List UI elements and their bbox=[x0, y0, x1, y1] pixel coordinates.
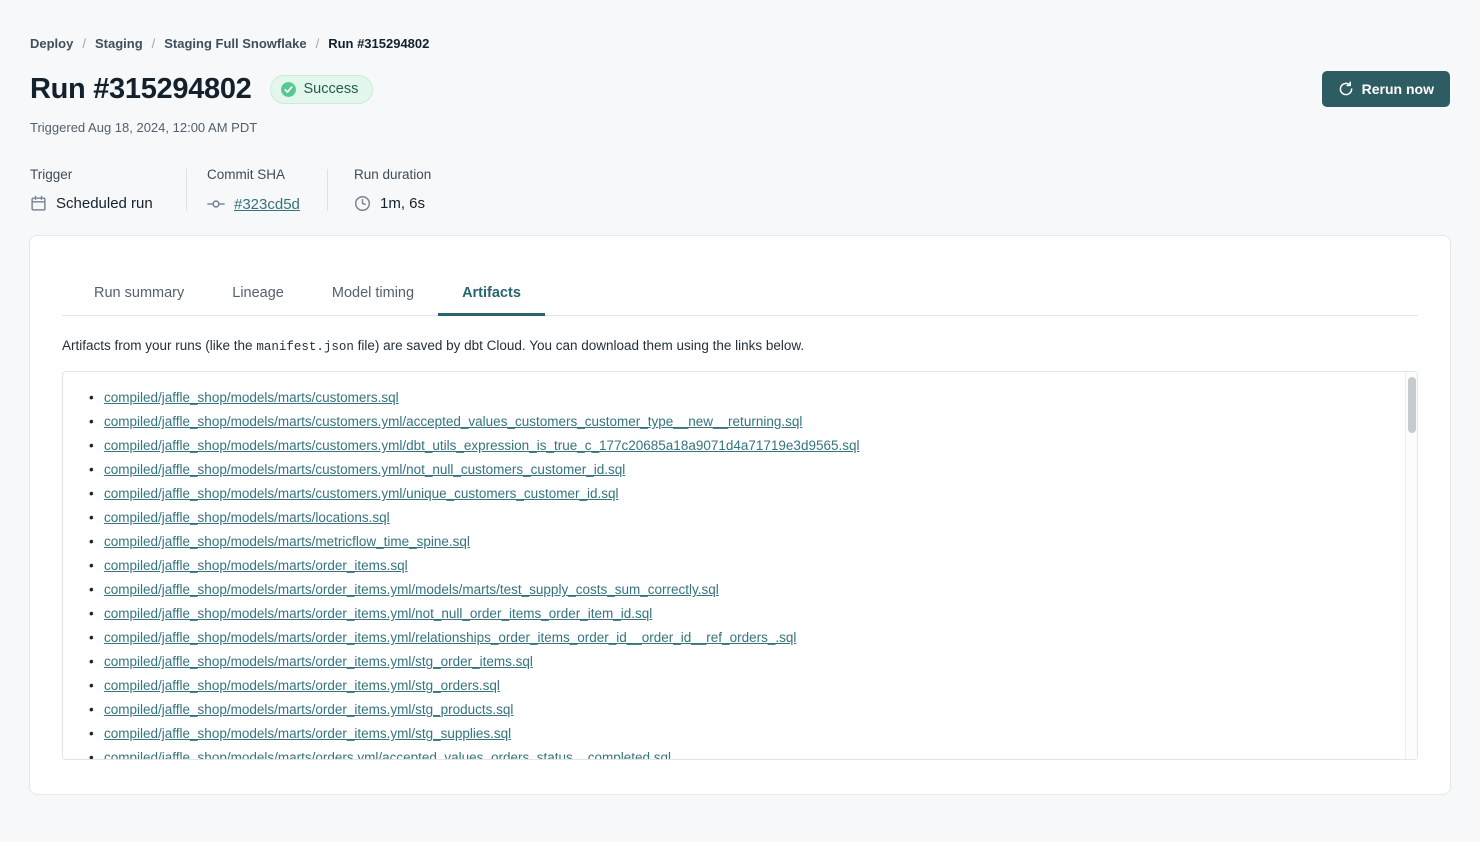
tab-model-timing[interactable]: Model timing bbox=[308, 285, 438, 315]
artifact-link[interactable]: compiled/jaffle_shop/models/marts/order_… bbox=[104, 630, 796, 645]
artifact-link[interactable]: compiled/jaffle_shop/models/marts/metric… bbox=[104, 534, 470, 549]
calendar-icon bbox=[30, 195, 47, 212]
page-title: Run #315294802 bbox=[30, 73, 252, 106]
tab-run-summary[interactable]: Run summary bbox=[70, 285, 208, 315]
run-duration-value: 1m, 6s bbox=[380, 195, 425, 212]
breadcrumb-separator: / bbox=[316, 36, 320, 51]
artifact-list-item: compiled/jaffle_shop/models/marts/custom… bbox=[63, 482, 1393, 506]
artifacts-list: compiled/jaffle_shop/models/marts/custom… bbox=[63, 372, 1417, 759]
run-detail-card: Run summary Lineage Model timing Artifac… bbox=[29, 235, 1451, 795]
artifact-link[interactable]: compiled/jaffle_shop/models/marts/order_… bbox=[104, 678, 500, 693]
breadcrumb-separator: / bbox=[82, 36, 86, 51]
artifact-list-item: compiled/jaffle_shop/models/marts/order_… bbox=[63, 674, 1393, 698]
artifact-list-item: compiled/jaffle_shop/models/marts/order_… bbox=[63, 698, 1393, 722]
artifacts-description-prefix: Artifacts from your runs (like the bbox=[62, 338, 256, 353]
artifacts-description-suffix: file) are saved by dbt Cloud. You can do… bbox=[354, 338, 804, 353]
artifact-link[interactable]: compiled/jaffle_shop/models/marts/custom… bbox=[104, 414, 802, 429]
breadcrumb-item-run: Run #315294802 bbox=[328, 36, 429, 51]
trigger-value: Scheduled run bbox=[56, 195, 153, 212]
status-badge-label: Success bbox=[304, 81, 359, 97]
clock-icon bbox=[354, 195, 371, 212]
artifact-list-item: compiled/jaffle_shop/models/marts/order_… bbox=[63, 554, 1393, 578]
git-commit-icon bbox=[207, 195, 225, 213]
artifact-list-item: compiled/jaffle_shop/models/marts/order_… bbox=[63, 578, 1393, 602]
run-metadata: Trigger Scheduled run Commit SHA bbox=[30, 167, 1450, 213]
rerun-now-label: Rerun now bbox=[1362, 81, 1434, 97]
artifact-link[interactable]: compiled/jaffle_shop/models/marts/order_… bbox=[104, 702, 513, 717]
artifact-link[interactable]: compiled/jaffle_shop/models/marts/custom… bbox=[104, 486, 618, 501]
artifact-list-item: compiled/jaffle_shop/models/marts/custom… bbox=[63, 410, 1393, 434]
breadcrumb-item-deploy[interactable]: Deploy bbox=[30, 36, 73, 51]
artifact-list-item: compiled/jaffle_shop/models/marts/metric… bbox=[63, 530, 1393, 554]
artifact-link[interactable]: compiled/jaffle_shop/models/marts/order_… bbox=[104, 582, 719, 597]
artifact-list-item: compiled/jaffle_shop/models/marts/order_… bbox=[63, 650, 1393, 674]
page-header: Deploy / Staging / Staging Full Snowflak… bbox=[0, 0, 1480, 213]
artifact-link[interactable]: compiled/jaffle_shop/models/marts/order_… bbox=[104, 726, 511, 741]
artifact-link[interactable]: compiled/jaffle_shop/models/marts/custom… bbox=[104, 390, 399, 405]
run-duration-label: Run duration bbox=[354, 167, 431, 182]
artifact-list-item: compiled/jaffle_shop/models/marts/order_… bbox=[63, 602, 1393, 626]
tab-lineage[interactable]: Lineage bbox=[208, 285, 308, 315]
artifact-link[interactable]: compiled/jaffle_shop/models/marts/custom… bbox=[104, 438, 860, 453]
breadcrumb: Deploy / Staging / Staging Full Snowflak… bbox=[30, 0, 1450, 51]
status-badge: Success bbox=[270, 75, 374, 104]
breadcrumb-separator: / bbox=[152, 36, 156, 51]
commit-sha-link[interactable]: #323cd5d bbox=[234, 196, 300, 213]
artifacts-list-box: compiled/jaffle_shop/models/marts/custom… bbox=[62, 371, 1418, 760]
refresh-icon bbox=[1338, 81, 1354, 97]
artifact-list-item: compiled/jaffle_shop/models/marts/locati… bbox=[63, 506, 1393, 530]
artifact-link[interactable]: compiled/jaffle_shop/models/marts/custom… bbox=[104, 462, 625, 477]
artifact-list-item: compiled/jaffle_shop/models/marts/custom… bbox=[63, 386, 1393, 410]
tab-bar: Run summary Lineage Model timing Artifac… bbox=[62, 285, 1418, 316]
tab-artifacts[interactable]: Artifacts bbox=[438, 285, 545, 315]
rerun-now-button[interactable]: Rerun now bbox=[1322, 71, 1450, 107]
artifact-link[interactable]: compiled/jaffle_shop/models/marts/order_… bbox=[104, 606, 652, 621]
artifact-link[interactable]: compiled/jaffle_shop/models/marts/order_… bbox=[104, 654, 533, 669]
artifact-list-item: compiled/jaffle_shop/models/marts/orders… bbox=[63, 746, 1393, 759]
manifest-json-code: manifest.json bbox=[256, 340, 354, 354]
triggered-timestamp: Triggered Aug 18, 2024, 12:00 AM PDT bbox=[30, 120, 1450, 135]
divider bbox=[186, 169, 187, 211]
artifacts-description: Artifacts from your runs (like the manif… bbox=[62, 338, 1418, 354]
artifact-link[interactable]: compiled/jaffle_shop/models/marts/orders… bbox=[104, 750, 671, 759]
commit-sha-label: Commit SHA bbox=[207, 167, 327, 182]
artifact-link[interactable]: compiled/jaffle_shop/models/marts/locati… bbox=[104, 510, 390, 525]
scrollbar-track[interactable] bbox=[1405, 372, 1417, 759]
trigger-label: Trigger bbox=[30, 167, 186, 182]
artifact-list-item: compiled/jaffle_shop/models/marts/order_… bbox=[63, 626, 1393, 650]
scrollbar-thumb[interactable] bbox=[1408, 377, 1416, 433]
breadcrumb-item-job[interactable]: Staging Full Snowflake bbox=[164, 36, 306, 51]
artifact-list-item: compiled/jaffle_shop/models/marts/custom… bbox=[63, 434, 1393, 458]
artifact-list-item: compiled/jaffle_shop/models/marts/order_… bbox=[63, 722, 1393, 746]
check-circle-icon bbox=[280, 81, 297, 98]
artifact-link[interactable]: compiled/jaffle_shop/models/marts/order_… bbox=[104, 558, 408, 573]
artifact-list-item: compiled/jaffle_shop/models/marts/custom… bbox=[63, 458, 1393, 482]
breadcrumb-item-staging[interactable]: Staging bbox=[95, 36, 143, 51]
divider bbox=[327, 169, 328, 211]
